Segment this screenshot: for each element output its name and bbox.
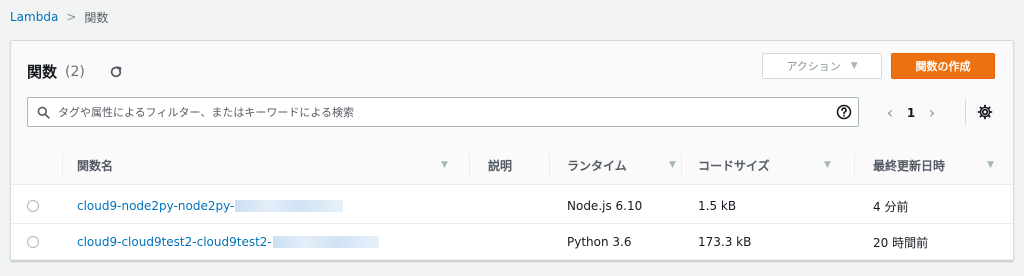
breadcrumb-separator: > (66, 10, 77, 24)
column-header-code-size[interactable]: コードサイズ ▼ (698, 145, 843, 185)
column-header-runtime[interactable]: ランタイム ▼ (567, 145, 687, 185)
table-header: 関数名 ▼ 説明 ランタイム ▼ コードサイズ ▼ 最終更新日時 ▼ (11, 145, 1013, 185)
functions-panel: 関数 (2) アクション ▼ 関数の作成 ‹ 1 (10, 40, 1014, 261)
function-last-modified: 4 分前 (873, 199, 909, 214)
sort-icon: ▼ (441, 160, 448, 170)
search-bar (27, 97, 859, 127)
column-header-last-modified[interactable]: 最終更新日時 ▼ (873, 145, 1003, 185)
function-code-size: 173.3 kB (698, 235, 752, 249)
row-select-radio[interactable] (27, 224, 39, 260)
chevron-left-icon[interactable]: ‹ (879, 103, 901, 122)
settings-button[interactable] (977, 104, 995, 122)
function-runtime: Node.js 6.10 (567, 199, 643, 213)
column-label: ランタイム (567, 158, 627, 173)
column-header-description[interactable]: 説明 (488, 145, 548, 185)
column-label: 関数名 (77, 158, 114, 173)
column-label: 最終更新日時 (873, 158, 946, 173)
table-row[interactable]: cloud9-node2py-node2py- Node.js 6.10 1.5… (11, 188, 1013, 224)
redacted-text (272, 236, 379, 248)
column-header-function-name[interactable]: 関数名 ▼ (77, 145, 455, 185)
column-label: 説明 (488, 158, 513, 173)
search-input[interactable] (58, 105, 830, 119)
help-icon[interactable] (830, 104, 858, 120)
column-divider (469, 153, 470, 177)
table-row[interactable]: cloud9-cloud9test2-cloud9test2- Python 3… (11, 224, 1013, 260)
function-name-link[interactable]: cloud9-cloud9test2-cloud9test2- (77, 235, 272, 249)
caret-down-icon: ▼ (850, 61, 858, 71)
search-icon (28, 106, 58, 119)
divider (965, 99, 966, 125)
page-title-text: 関数 (27, 63, 58, 81)
actions-dropdown[interactable]: アクション ▼ (762, 53, 882, 79)
function-name-link[interactable]: cloud9-node2py-node2py- (77, 199, 234, 213)
actions-label: アクション (786, 60, 841, 73)
redacted-text (235, 200, 344, 212)
refresh-icon (110, 66, 122, 78)
breadcrumb: Lambda > 関数 (10, 8, 108, 26)
row-select-radio[interactable] (27, 188, 39, 224)
breadcrumb-current: 関数 (84, 10, 109, 25)
page-title: 関数 (2) (27, 61, 85, 82)
column-label: コードサイズ (698, 158, 770, 173)
sort-icon: ▼ (669, 160, 676, 170)
column-divider (681, 153, 682, 177)
breadcrumb-lambda-link[interactable]: Lambda (10, 10, 58, 24)
function-code-size: 1.5 kB (698, 199, 737, 213)
column-divider (854, 153, 855, 177)
create-function-button[interactable]: 関数の作成 (891, 53, 995, 79)
sort-icon: ▼ (987, 160, 994, 170)
function-count: (2) (65, 63, 85, 80)
column-divider (549, 153, 550, 177)
sort-icon: ▼ (824, 160, 831, 170)
chevron-right-icon[interactable]: › (921, 103, 943, 122)
current-page[interactable]: 1 (901, 106, 921, 120)
function-last-modified: 20 時間前 (873, 235, 929, 250)
gear-icon (977, 104, 993, 120)
refresh-button[interactable] (107, 63, 125, 81)
column-divider (62, 153, 63, 177)
function-runtime: Python 3.6 (567, 235, 632, 249)
pagination: ‹ 1 › (879, 103, 943, 122)
